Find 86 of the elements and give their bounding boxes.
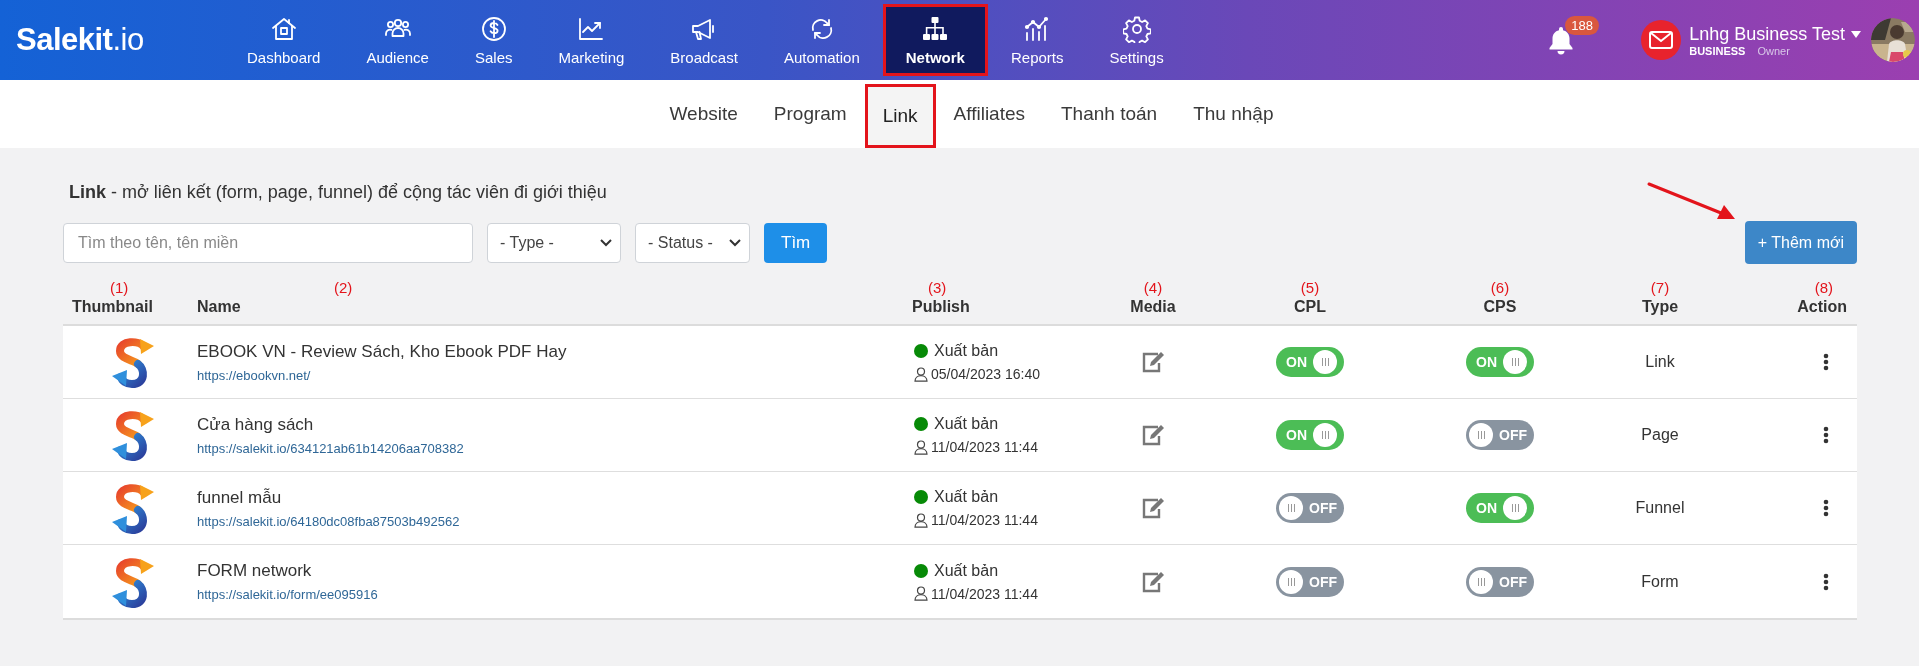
annotation-number: (6) [1490, 280, 1510, 296]
annotation-number: (3) [928, 280, 948, 296]
item-url[interactable]: https://salekit.io/form/ee095916 [197, 587, 378, 602]
column-header: Publish [912, 298, 971, 316]
notification-count: 188 [1565, 16, 1599, 35]
sitemap-icon [921, 14, 950, 43]
item-name[interactable]: EBOOK VN - Review Sách, Kho Ebook PDF Hay [197, 341, 567, 362]
item-type: Form [1641, 572, 1679, 591]
add-new-button[interactable]: + Thêm mới [1744, 221, 1857, 264]
nav-tab[interactable]: Automation [760, 0, 883, 80]
publish-status: Xuất bản [934, 415, 999, 433]
logo: Salekit.io [16, 22, 145, 58]
item-type: Page [1641, 426, 1679, 444]
nav-tab[interactable]: Reports [987, 0, 1087, 80]
item-type: Funnel [1635, 499, 1685, 517]
column-header: Type [1641, 298, 1679, 316]
gear-icon [1122, 14, 1151, 43]
status-dot-icon [914, 344, 928, 358]
column-header: CPS [1483, 298, 1517, 316]
nav-tab[interactable]: Marketing [535, 0, 648, 80]
annotation-number: (7) [1650, 280, 1670, 296]
type-select[interactable]: - Type - [487, 222, 621, 263]
edit-icon[interactable] [1141, 424, 1165, 446]
publish-date: 05/04/2023 16:40 [931, 366, 1040, 382]
more-options-icon[interactable] [1823, 353, 1829, 371]
column-header: Name [197, 298, 242, 316]
more-options-icon[interactable] [1823, 499, 1829, 517]
user-icon [914, 512, 928, 528]
mail-icon [1649, 31, 1674, 49]
item-url[interactable]: https://ebookvn.net/ [197, 367, 311, 383]
sub-tab[interactable]: Thanh toán [1043, 80, 1176, 148]
column-header: CPL [1294, 298, 1326, 316]
chevron-icon [600, 238, 612, 247]
item-url[interactable]: https://salekit.io/634121ab61b14206aa708382 [197, 440, 464, 456]
account-name[interactable]: Lnhg Business Test [1689, 23, 1845, 45]
chevron-icon [729, 238, 741, 247]
sub-tab[interactable]: Thu nhập [1175, 80, 1292, 148]
nav-tab[interactable]: Network [882, 4, 988, 76]
nav-tab[interactable]: Dashboard [224, 0, 344, 80]
column-header: Action [1797, 298, 1847, 316]
dollar-icon [479, 14, 508, 43]
publish-date: 11/04/2023 11:44 [931, 439, 1038, 455]
annotation-number: (1) [110, 280, 130, 296]
edit-icon[interactable] [1141, 497, 1165, 519]
more-options-icon[interactable] [1823, 572, 1829, 591]
edit-icon[interactable] [1141, 351, 1165, 373]
user-icon [914, 366, 928, 382]
sub-tab[interactable]: Website [651, 80, 756, 148]
more-options-icon[interactable] [1823, 426, 1829, 444]
item-name[interactable]: Cửa hàng sách [197, 414, 314, 435]
nav-tab[interactable]: Audience [343, 0, 452, 80]
publish-status: Xuất bản [934, 561, 999, 580]
status-dot-icon [914, 417, 928, 431]
account-role: Owner [1757, 44, 1790, 57]
sub-tab[interactable]: Affiliates [935, 80, 1043, 148]
item-url[interactable]: https://salekit.io/64180dc08fba87503b492562 [197, 513, 460, 529]
nav-tab[interactable]: Sales [451, 0, 536, 80]
item-name[interactable]: FORM network [197, 561, 312, 581]
sub-tab[interactable]: Link [864, 84, 936, 148]
account-plan: BUSINESS [1689, 44, 1746, 57]
search-field[interactable]: Tìm theo tên, tên miền [63, 222, 473, 263]
search-button[interactable]: Tìm [764, 222, 828, 263]
item-name[interactable]: funnel mẫu [197, 487, 282, 508]
status-dot-icon [914, 563, 928, 578]
user-icon [914, 586, 928, 601]
column-header: Media [1130, 298, 1176, 316]
publish-status: Xuất bản [934, 342, 999, 360]
status-dot-icon [914, 490, 928, 504]
annotation-number: (4) [1143, 280, 1163, 296]
nav-tab[interactable]: Settings [1086, 0, 1187, 80]
publish-status: Xuất bản [934, 488, 999, 506]
edit-icon[interactable] [1141, 570, 1165, 593]
publish-date: 11/04/2023 11:44 [931, 585, 1038, 602]
status-select[interactable]: - Status - [635, 222, 750, 263]
annotation-number: (5) [1300, 280, 1320, 296]
user-icon [914, 439, 928, 455]
column-header: Thumbnail [72, 298, 154, 316]
item-type: Link [1645, 353, 1675, 371]
publish-date: 11/04/2023 11:44 [931, 512, 1038, 528]
annotation-number: (8) [1814, 280, 1833, 296]
account-avatar[interactable] [1641, 20, 1682, 60]
nav-tab[interactable]: Broadcast [647, 0, 761, 80]
sub-tab[interactable]: Program [755, 80, 865, 148]
annotation-number: (2) [334, 280, 354, 296]
page-description: Link - mở liên kết (form, page, funnel) để cộng tác viên đi giới thiệu [69, 182, 607, 203]
caret-icon[interactable] [1851, 30, 1861, 38]
